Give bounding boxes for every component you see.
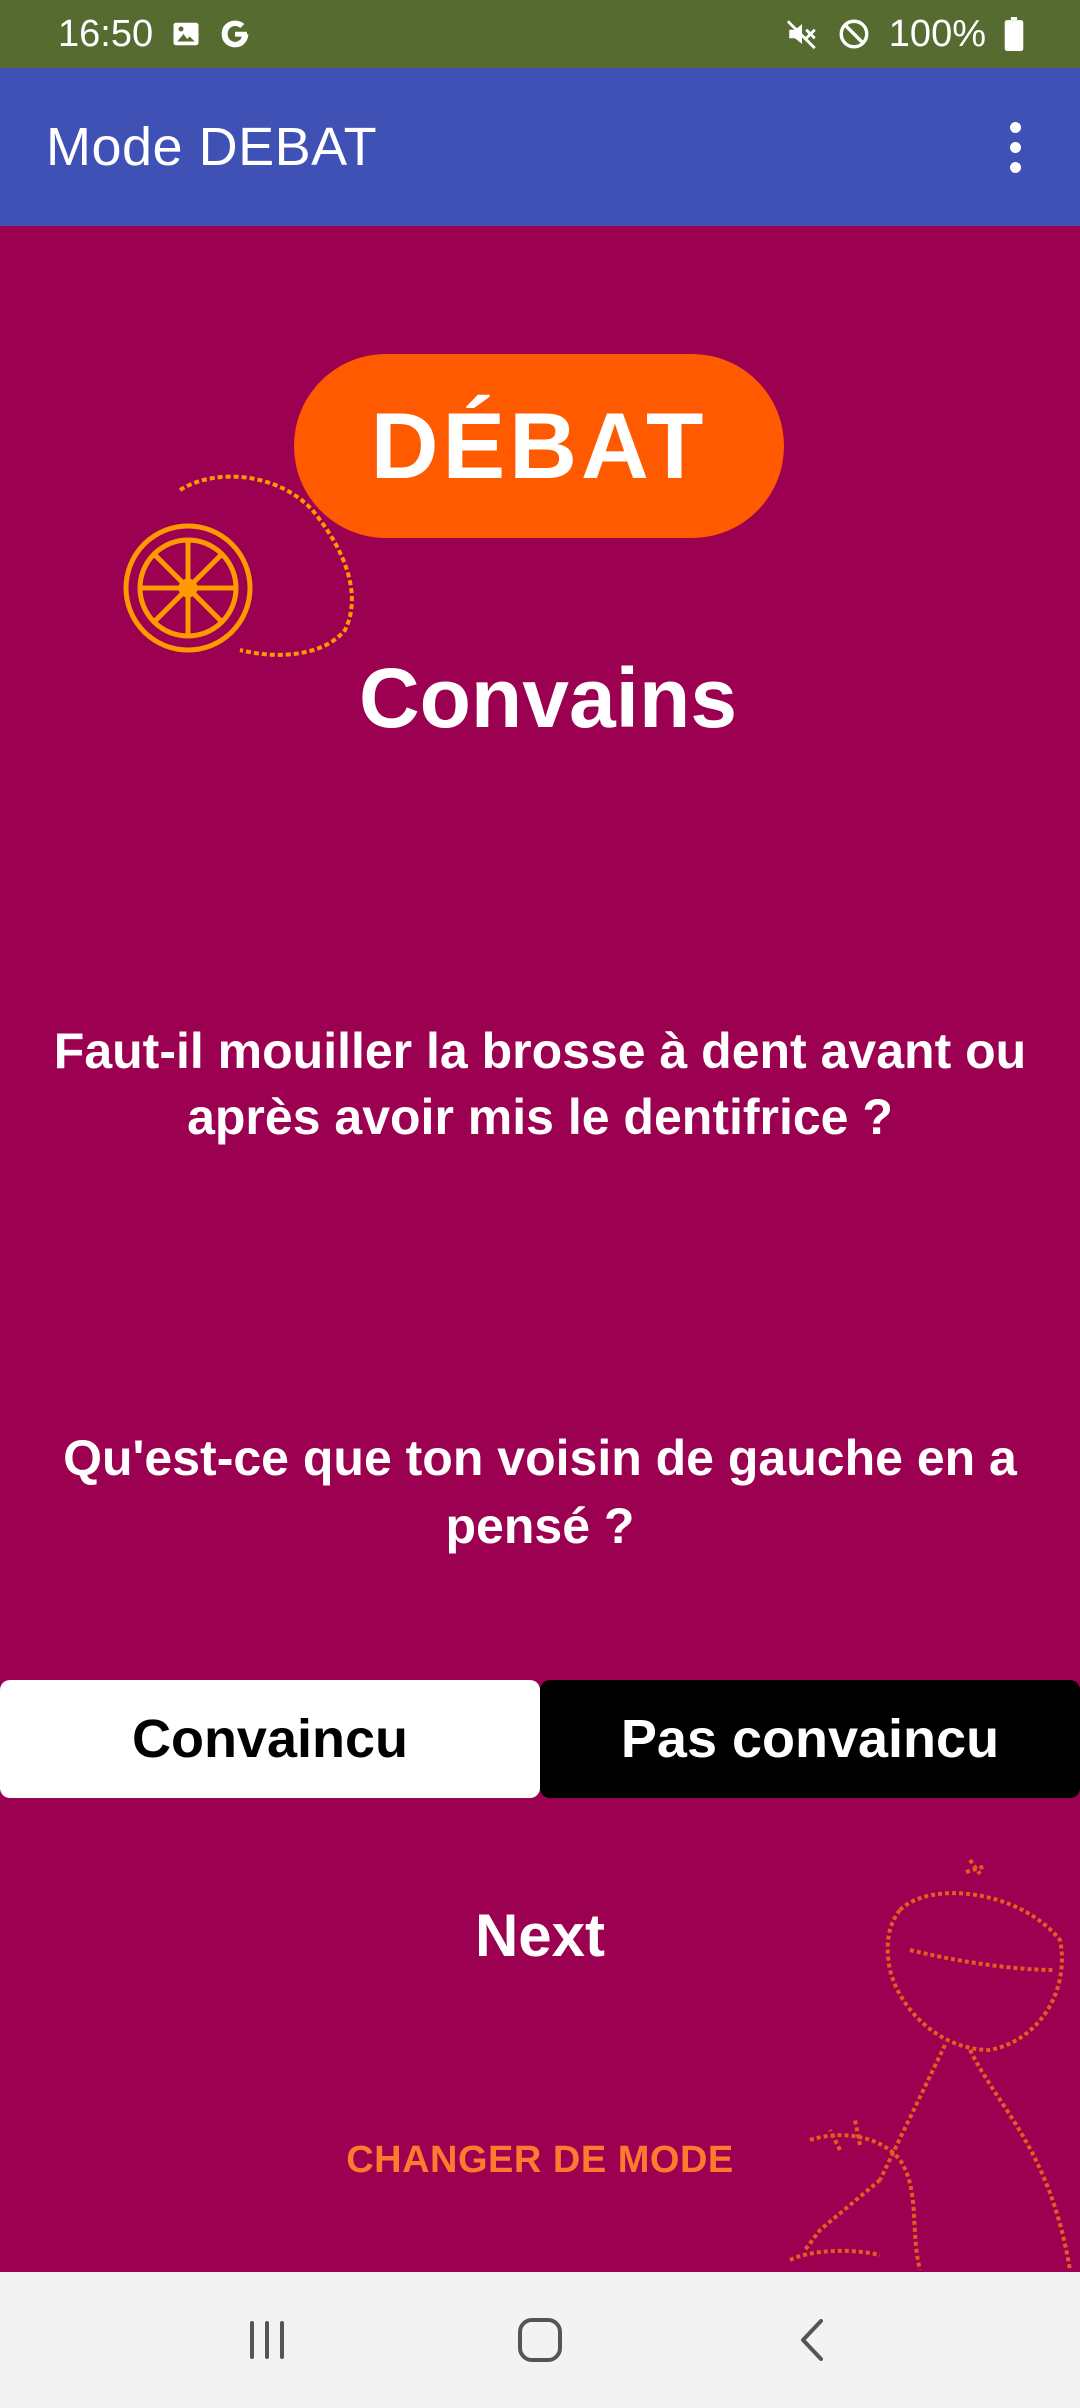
image-icon <box>171 19 201 49</box>
app-bar: Mode DEBAT <box>0 68 1080 226</box>
recents-icon[interactable] <box>207 2290 327 2390</box>
not-convinced-button[interactable]: Pas convaincu <box>540 1680 1080 1798</box>
google-icon <box>219 18 251 50</box>
mode-title: Convains <box>358 651 738 745</box>
mute-icon <box>785 17 819 51</box>
change-mode-button[interactable]: CHANGER DE MODE <box>290 2130 790 2190</box>
status-time: 16:50 <box>58 12 154 55</box>
debat-logo: DÉBAT <box>120 350 800 670</box>
app-title: Mode DEBAT <box>46 117 378 177</box>
status-left: 16:50 <box>58 13 251 56</box>
convinced-button[interactable]: Convaincu <box>0 1680 540 1798</box>
status-right: 100% <box>785 13 1024 56</box>
next-button[interactable]: Next <box>340 1890 740 1980</box>
status-bar: 16:50 100% <box>0 0 1080 68</box>
home-icon[interactable] <box>480 2290 600 2390</box>
back-icon[interactable] <box>753 2290 873 2390</box>
battery-percent: 100% <box>888 12 986 55</box>
debat-badge: DÉBAT <box>294 354 784 538</box>
wine-glass-icon <box>789 1858 1072 2270</box>
debate-question: Faut-il mouiller la brosse à dent avant … <box>53 1023 1027 1145</box>
neighbor-prompt: Qu'est-ce que ton voisin de gauche en a … <box>63 1430 1017 1554</box>
battery-icon <box>1004 17 1024 51</box>
more-vert-icon[interactable] <box>990 107 1040 187</box>
choice-buttons: Convaincu Pas convaincu <box>0 1680 1080 1798</box>
navigation-bar <box>0 2272 1080 2408</box>
do-not-disturb-icon <box>837 17 871 51</box>
screen: 16:50 100% Mode DEBAT DÉBAT Convains Fau… <box>0 0 1080 2408</box>
